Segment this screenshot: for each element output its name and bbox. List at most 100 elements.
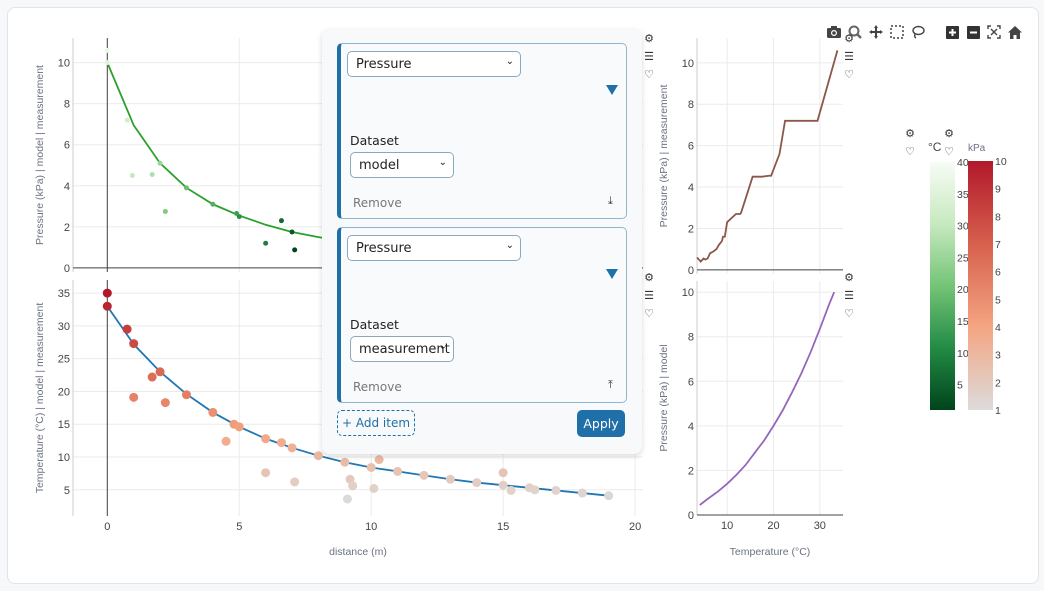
gear-icon[interactable]: ⚙ <box>642 31 656 47</box>
y-tick-label: 5 <box>64 485 70 497</box>
add-item-button[interactable]: + Add item <box>337 410 415 436</box>
data-point <box>276 438 286 448</box>
colorbar-icons-2: ⚙ ♡ <box>942 126 956 160</box>
list-icon[interactable]: ☰ <box>842 288 856 304</box>
zoom-in-icon[interactable] <box>944 24 960 40</box>
data-point <box>551 485 561 495</box>
x-tick-label: 30 <box>814 520 826 532</box>
data-point <box>342 494 352 504</box>
y-tick-label: 0 <box>688 510 694 522</box>
colorbar-tick-label: 2 <box>995 377 1001 389</box>
data-point <box>221 436 231 446</box>
colorbar-icons-1: ⚙ ♡ <box>903 126 917 160</box>
dataset-select[interactable]: measurement ⌄ <box>350 336 454 362</box>
trace-config-panel: Pressure ⌄ Dataset model ⌄ Remove ⤓ Pres… <box>322 29 642 454</box>
box-select-icon[interactable] <box>889 24 905 40</box>
x-tick-label: 20 <box>767 520 779 532</box>
variable-select[interactable]: Pressure ⌄ <box>347 235 521 261</box>
colorbar-tick-label: 20 <box>957 284 969 296</box>
y-tick-label: 10 <box>682 58 694 70</box>
colorbar-title: kPa <box>968 143 986 154</box>
heart-icon[interactable]: ♡ <box>942 144 956 160</box>
variable-select-value: Pressure <box>356 56 412 72</box>
heart-icon[interactable]: ♡ <box>642 67 656 83</box>
colorbar-tick-label: 30 <box>957 221 969 233</box>
colorbar-tick-label: 40 <box>957 157 969 169</box>
gear-icon[interactable]: ⚙ <box>903 126 917 142</box>
y-tick-label: 4 <box>688 421 694 433</box>
variable-select[interactable]: Pressure ⌄ <box>347 51 521 77</box>
gear-icon[interactable]: ⚙ <box>842 270 856 286</box>
zoom-out-icon[interactable] <box>965 24 981 40</box>
dataset-select-value: measurement <box>359 341 450 357</box>
autoscale-icon[interactable] <box>986 24 1002 40</box>
colorbar-pressure: kPa 1 2 3 4 5 6 7 8 9 10 <box>968 143 1007 417</box>
chart-icons-2: ⚙ ☰ ♡ <box>842 31 856 83</box>
data-point <box>129 339 139 349</box>
remove-button[interactable]: Remove <box>353 380 402 394</box>
heart-icon[interactable]: ♡ <box>642 306 656 322</box>
y-tick-label: 0 <box>64 263 70 275</box>
gear-icon[interactable]: ⚙ <box>842 31 856 47</box>
x-tick-label: 5 <box>236 521 242 533</box>
data-point <box>102 288 112 298</box>
heart-icon[interactable]: ♡ <box>842 67 856 83</box>
data-point <box>129 392 139 402</box>
remove-button[interactable]: Remove <box>353 196 402 210</box>
chevron-down-icon: ⌄ <box>438 157 447 168</box>
y-axis-title: Pressure (kPa) | measurement <box>658 85 670 228</box>
data-point <box>445 474 455 484</box>
data-point <box>124 117 130 123</box>
colorbar-tick-label: 6 <box>995 267 1001 279</box>
data-point <box>506 485 516 495</box>
data-point <box>155 367 165 377</box>
collapse-triangle-icon[interactable] <box>606 85 618 95</box>
y-axis-title: Temperature (°C) | model | measurement <box>34 303 46 494</box>
data-point <box>210 201 216 207</box>
data-point <box>122 324 132 334</box>
colorbar-tick-label: 4 <box>995 322 1001 334</box>
data-point <box>102 301 112 311</box>
move-up-icon[interactable]: ⤒ <box>608 379 613 392</box>
data-point <box>261 434 271 444</box>
data-point <box>261 468 271 478</box>
colorbar-tick-label: 5 <box>995 294 1001 306</box>
lasso-select-icon[interactable] <box>910 24 926 40</box>
y-tick-label: 2 <box>688 223 694 235</box>
data-point <box>181 390 191 400</box>
list-icon[interactable]: ☰ <box>642 288 656 304</box>
data-point <box>340 457 350 467</box>
colorbar-title: °C <box>928 140 942 154</box>
chart-pressure-vs-temperature-model: 0 2 4 6 8 10 10 20 30 Pressure (kPa) | model Tempe… <box>658 281 843 558</box>
collapse-triangle-icon[interactable] <box>606 269 618 279</box>
list-icon[interactable]: ☰ <box>642 49 656 65</box>
dataset-select[interactable]: model ⌄ <box>350 152 454 178</box>
reset-axes-icon[interactable] <box>1007 24 1023 40</box>
move-down-icon[interactable]: ⤓ <box>608 195 613 208</box>
y-tick-label: 10 <box>58 58 70 70</box>
data-point <box>393 466 403 476</box>
data-point <box>530 485 540 495</box>
list-icon[interactable]: ☰ <box>842 49 856 65</box>
data-point <box>498 480 508 490</box>
chart-icons-4: ⚙ ☰ ♡ <box>842 270 856 322</box>
colorbar-tick-label: 10 <box>995 156 1007 168</box>
apply-button[interactable]: Apply <box>577 410 625 437</box>
series-line <box>699 291 836 506</box>
colorbar-tick-label: 8 <box>995 211 1001 223</box>
y-tick-label: 8 <box>688 332 694 344</box>
heart-icon[interactable]: ♡ <box>842 306 856 322</box>
data-point <box>604 491 614 501</box>
colorbar-tick-label: 9 <box>995 184 1001 196</box>
colorbar-tick-label: 10 <box>957 348 969 360</box>
gear-icon[interactable]: ⚙ <box>642 270 656 286</box>
pan-icon[interactable] <box>868 24 884 40</box>
data-point <box>104 47 110 53</box>
dataset-label: Dataset <box>350 317 399 332</box>
gear-icon[interactable]: ⚙ <box>942 126 956 142</box>
data-point <box>313 451 323 461</box>
colorbar-gradient <box>968 161 993 410</box>
camera-icon[interactable] <box>826 24 842 40</box>
heart-icon[interactable]: ♡ <box>903 144 917 160</box>
x-tick-label: 0 <box>104 521 110 533</box>
